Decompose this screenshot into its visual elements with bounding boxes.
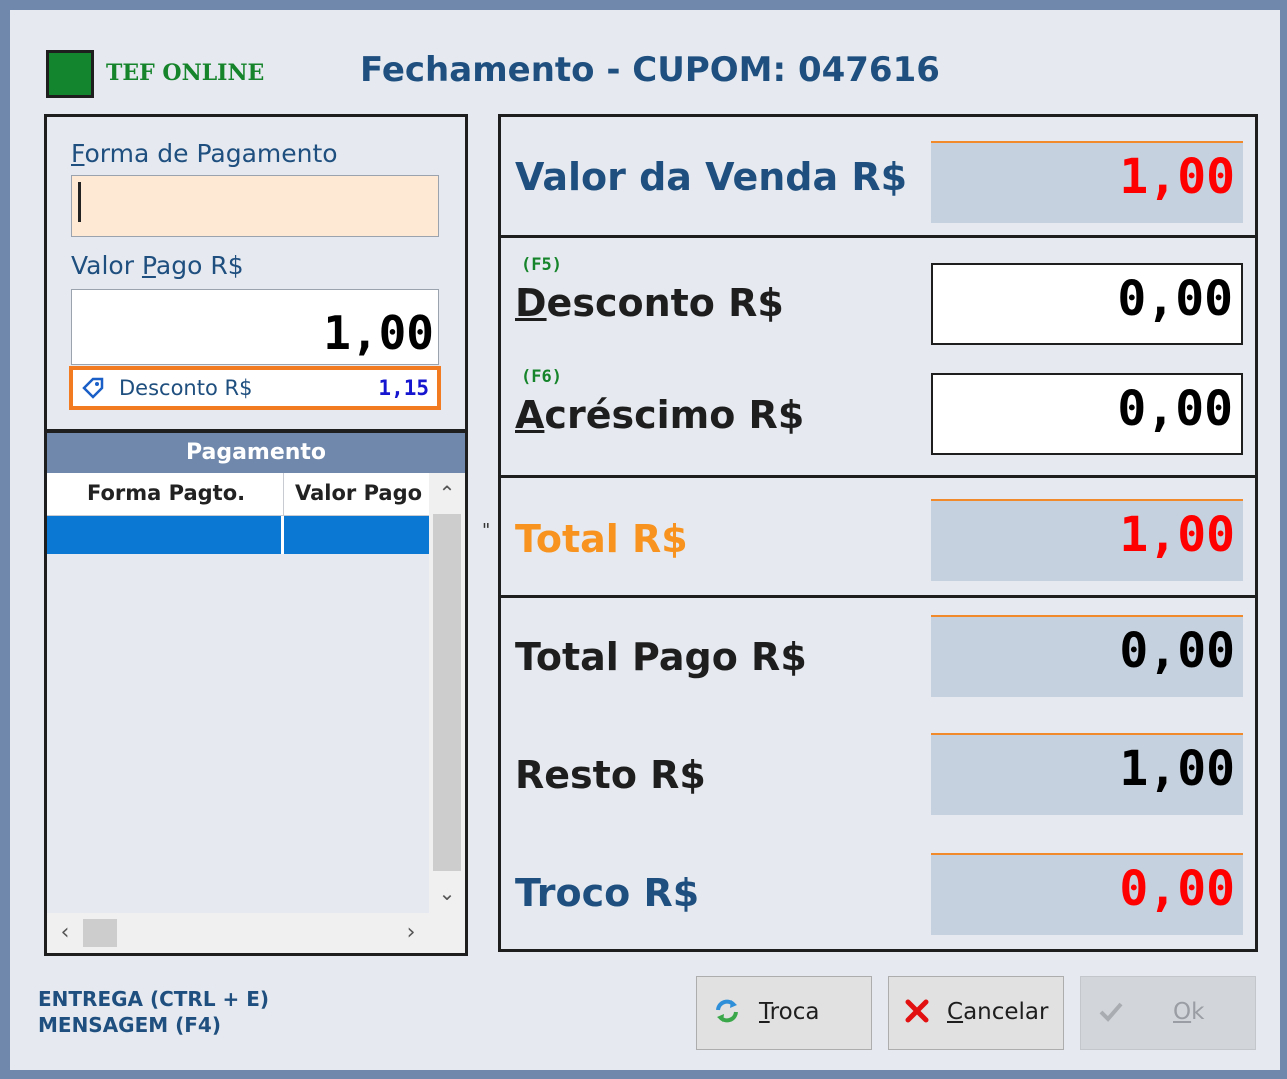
ok-label: Ok: [1173, 999, 1205, 1025]
resto-field: 1,00: [931, 733, 1243, 815]
valor-venda-label: Valor da Venda R$: [515, 155, 908, 199]
ok-button[interactable]: Ok: [1080, 976, 1256, 1050]
acrescimo-input[interactable]: 0,00: [931, 373, 1243, 455]
total-pago-field: 0,00: [931, 615, 1243, 697]
payment-entry-panel: Forma de Pagamento Valor Pago R$ 1,00 De…: [44, 114, 468, 432]
separator-mark: ": [482, 520, 491, 541]
resto-value: 1,00: [1119, 741, 1235, 797]
tef-status-indicator: [46, 50, 94, 98]
total-pago-label: Total Pago R$: [515, 635, 807, 679]
scroll-down-icon[interactable]: ⌄: [429, 873, 465, 913]
tag-icon: [81, 376, 105, 406]
troca-label: Troca: [759, 999, 820, 1025]
troco-label: Troco R$: [515, 871, 700, 915]
horizontal-scrollbar[interactable]: ‹ ›: [47, 913, 465, 953]
desconto-input[interactable]: 0,00: [931, 263, 1243, 345]
check-icon: [1097, 997, 1125, 1032]
scroll-right-icon[interactable]: ›: [393, 913, 429, 953]
troco-field: 0,00: [931, 853, 1243, 935]
shortcut-notes: ENTREGA (CTRL + E) MENSAGEM (F4): [38, 986, 269, 1038]
page-title: Fechamento - CUPOM: 047616: [360, 50, 940, 90]
desconto-value: 0,00: [1117, 271, 1233, 327]
scroll-up-icon[interactable]: ⌃: [429, 473, 465, 513]
cancelar-label: Cancelar: [947, 999, 1049, 1025]
horizontal-scroll-thumb[interactable]: [83, 919, 117, 947]
vertical-scrollbar[interactable]: ⌃ ⌄: [429, 473, 465, 913]
forma-pagamento-label: Forma de Pagamento: [71, 139, 338, 168]
vertical-scroll-thumb[interactable]: [433, 514, 461, 871]
valor-venda-field: 1,00: [931, 141, 1243, 223]
acrescimo-label: Acréscimo R$: [515, 393, 805, 437]
column-header-valor[interactable]: Valor Pago: [295, 481, 422, 505]
column-separator: [283, 473, 284, 516]
desconto-hint-value: 1,15: [378, 376, 429, 400]
divider: [501, 475, 1255, 478]
total-value: 1,00: [1119, 507, 1235, 563]
payment-grid: Pagamento Forma Pagto. Valor Pago ⌃ ⌄ ‹ …: [44, 430, 468, 956]
grid-title: Pagamento: [47, 433, 465, 473]
divider: [501, 235, 1255, 238]
tef-status-label: TEF ONLINE: [106, 60, 265, 86]
x-icon: [903, 997, 931, 1032]
cell-separator: [281, 516, 284, 554]
desconto-shortcut: (F5): [521, 255, 562, 275]
acrescimo-value: 0,00: [1117, 381, 1233, 437]
total-field: 1,00: [931, 499, 1243, 581]
troca-button[interactable]: Troca: [696, 976, 872, 1050]
column-header-forma[interactable]: Forma Pagto.: [87, 481, 245, 505]
forma-pagamento-input[interactable]: [71, 175, 439, 237]
refresh-icon: [713, 997, 741, 1032]
summary-panel: Valor da Venda R$ 1,00 (F5) Desconto R$ …: [498, 114, 1258, 952]
acrescimo-shortcut: (F6): [521, 367, 562, 387]
total-pago-value: 0,00: [1119, 623, 1235, 679]
mensagem-shortcut: MENSAGEM (F4): [38, 1013, 221, 1037]
table-row[interactable]: [47, 516, 429, 554]
fechamento-window: TEF ONLINE Fechamento - CUPOM: 047616 Fo…: [10, 10, 1280, 1070]
grid-header: Forma Pagto. Valor Pago: [47, 473, 429, 516]
troco-value: 0,00: [1119, 861, 1235, 917]
desconto-hint-label: Desconto R$: [119, 376, 253, 400]
valor-pago-value: 1,00: [323, 306, 434, 360]
valor-venda-value: 1,00: [1119, 149, 1235, 205]
total-label: Total R$: [515, 517, 688, 561]
valor-pago-input[interactable]: 1,00: [71, 289, 439, 365]
desconto-label: Desconto R$: [515, 281, 784, 325]
entrega-shortcut: ENTREGA (CTRL + E): [38, 987, 270, 1011]
divider: [501, 595, 1255, 598]
text-caret: [78, 182, 81, 222]
cancelar-button[interactable]: Cancelar: [888, 976, 1064, 1050]
desconto-hint[interactable]: Desconto R$ 1,15: [69, 366, 441, 410]
scroll-left-icon[interactable]: ‹: [47, 913, 83, 953]
valor-pago-label: Valor Pago R$: [71, 251, 244, 280]
resto-label: Resto R$: [515, 753, 706, 797]
